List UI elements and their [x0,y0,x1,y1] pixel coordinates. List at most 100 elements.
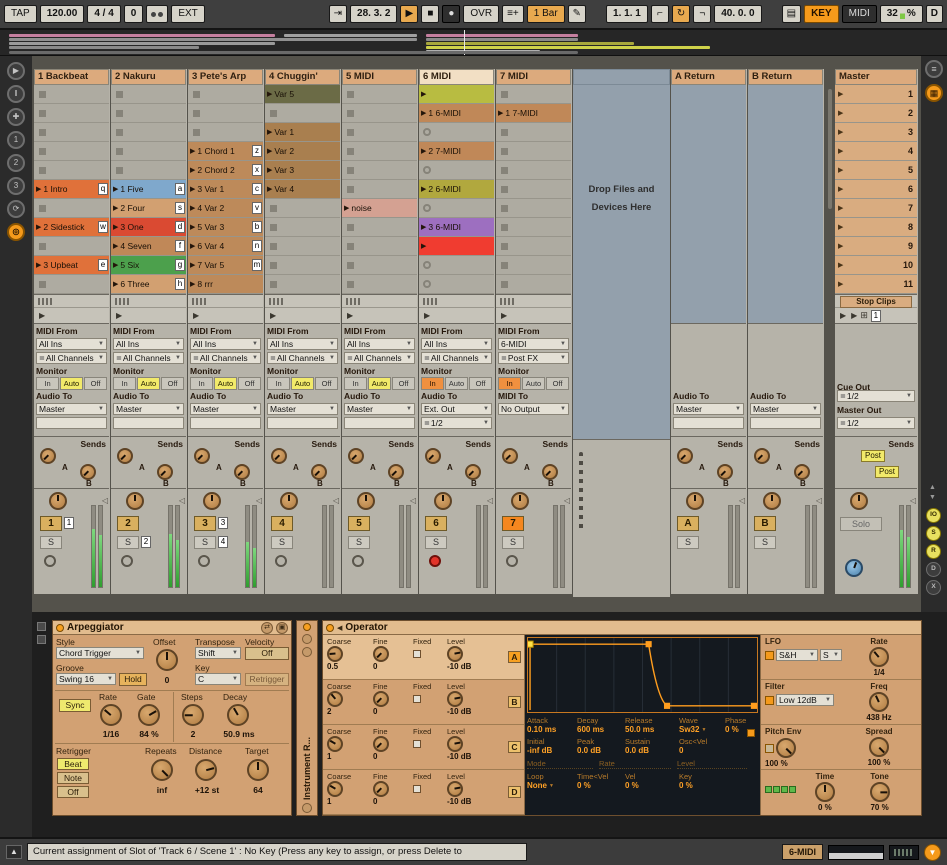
output-type-chooser[interactable]: Master ▼ [267,403,338,415]
scene-slot[interactable]: ▶ 2 [835,104,917,123]
track-activator[interactable]: 7 [502,516,524,531]
repeats-knob[interactable] [151,759,173,781]
track-activator[interactable]: 1 [40,516,62,531]
stop-button[interactable]: ■ [421,5,440,23]
clip-launch-icon[interactable]: ▶ [113,262,118,269]
clip-slot[interactable]: ▶ 3 6-MIDI [419,218,494,237]
ext-sync-button[interactable]: EXT [171,5,205,23]
monitor-auto-button[interactable]: Auto [137,377,160,390]
lfo-rate-knob[interactable] [869,647,889,667]
pan-knob[interactable] [49,492,67,510]
device-on-led[interactable] [56,623,64,632]
clip-launch-icon[interactable]: ▶ [267,91,272,98]
track-activator[interactable]: 6 [425,516,447,531]
clip-slot[interactable]: ▶ 3 Upbeat e [34,256,109,275]
clip-slot[interactable]: ▶ 2 7-MIDI [419,142,494,161]
clip-slot[interactable]: ▶ 2 6-MIDI [419,180,494,199]
loop-start-field[interactable]: 1. 1. 1 [606,5,648,23]
clip-slot[interactable]: ▶ Var 3 [265,161,340,180]
track-activator[interactable]: A [677,516,699,531]
pitch-env-knob[interactable] [776,738,796,758]
clip-tab[interactable]: 6-MIDI [782,844,823,860]
arm-button[interactable] [352,555,364,567]
files-browser-3-icon[interactable]: 2 [7,154,25,172]
scene-slot[interactable]: ▶ 4 [835,142,917,161]
empty-clip-slot[interactable] [342,142,417,161]
output-channel-chooser[interactable] [673,417,744,429]
osc-D-on-toggle[interactable]: D [508,786,521,798]
browser-target-icon[interactable]: ◎ [7,223,25,241]
wave-chooser[interactable]: Sw32 ▼ [679,725,725,734]
device-on-led[interactable] [303,623,311,631]
stop-all-clips-slot[interactable] [265,294,340,307]
empty-clip-slot[interactable] [265,218,340,237]
solo-button[interactable]: S [194,536,216,549]
scene-slot[interactable]: ▶ 10 [835,256,917,275]
output-channel-chooser[interactable] [36,417,107,429]
solo-button[interactable]: S [754,536,776,549]
attack-value[interactable]: 0.10 ms [527,725,577,734]
clip-launch-icon[interactable]: ▶ [267,129,272,136]
empty-clip-slot[interactable] [496,123,571,142]
arm-button[interactable] [44,555,56,567]
clip-launch-icon[interactable]: ▶ [421,186,426,193]
track-activator[interactable]: 4 [271,516,293,531]
empty-clip-slot[interactable] [496,161,571,180]
output-type-chooser[interactable]: Master ▼ [344,403,415,415]
input-channel-chooser[interactable]: ≣ All Channels ▼ [190,352,261,364]
empty-clip-slot[interactable] [419,199,494,218]
clip-slot[interactable]: ▶ 2 Chord 2 x [188,161,263,180]
scene-slot[interactable]: ▶ 9 [835,237,917,256]
cue-out-chooser[interactable]: ≣ 1/2 ▼ [837,390,915,402]
empty-clip-slot[interactable] [496,142,571,161]
filter-freq-knob[interactable] [869,692,889,712]
empty-clip-slot[interactable] [419,256,494,275]
pan-knob[interactable] [511,492,529,510]
scroll-down-icon[interactable]: ▼ [929,494,936,501]
send-a-knob[interactable] [271,448,287,464]
output-channel-chooser[interactable] [344,417,415,429]
target-knob[interactable] [247,759,269,781]
spread-knob[interactable] [869,737,889,757]
monitor-in-button[interactable]: In [344,377,367,390]
show-crossfader-toggle[interactable]: X [926,580,941,595]
clip-launch-icon[interactable]: ▶ [36,224,41,231]
osc-row-A[interactable]: Coarse 0.5 Fine 0 Fixed Level -10 dB A [323,635,524,680]
input-channel-chooser[interactable]: ≣ All Channels ▼ [36,352,107,364]
empty-clip-slot[interactable] [265,256,340,275]
clip-slot[interactable]: ▶ noise [342,199,417,218]
nudge-field[interactable]: 0 [123,5,144,23]
level-knob[interactable] [447,691,463,707]
input-channel-chooser[interactable]: ≣ All Channels ▼ [344,352,415,364]
clip-slot[interactable]: ▶ 5 Var 3 b [188,218,263,237]
input-type-chooser[interactable]: All Ins ▼ [36,338,107,350]
empty-clip-slot[interactable] [342,218,417,237]
clip-slot[interactable]: ▶ Var 2 [265,142,340,161]
clip-slot[interactable]: ▶ Var 4 [265,180,340,199]
fixed-checkbox[interactable] [413,650,421,658]
stop-all-clips-slot[interactable] [111,294,186,307]
send-b-knob[interactable] [717,464,733,480]
send-b-knob[interactable] [157,464,173,480]
send-a-knob[interactable] [502,448,518,464]
clip-launch-icon[interactable]: ▶ [421,224,426,231]
output-channel-chooser[interactable] [113,417,184,429]
empty-clip-slot[interactable] [496,199,571,218]
clip-launch-icon[interactable]: ▶ [190,243,195,250]
empty-clip-slot[interactable] [496,256,571,275]
hot-swap-icon[interactable]: ⇄ [261,621,273,634]
overview-menu-icon[interactable]: ≡ [925,60,943,78]
send-b-knob[interactable] [794,464,810,480]
play-button[interactable]: ▶ [400,5,419,23]
send-a-knob[interactable] [194,448,210,464]
clip-launch-icon[interactable]: ▶ [36,186,41,193]
input-type-chooser[interactable]: All Ins ▼ [421,338,492,350]
empty-clip-slot[interactable] [419,123,494,142]
env-time-knob[interactable] [814,782,835,802]
show-info-view-button[interactable]: ▲ [6,845,22,859]
scene-slot[interactable]: ▶ 7 [835,199,917,218]
empty-clip-slot[interactable] [496,218,571,237]
device-view-toggle-icon[interactable] [36,635,46,644]
empty-clip-slot[interactable] [342,161,417,180]
send-b-pre-post-toggle[interactable]: Post [875,466,900,478]
